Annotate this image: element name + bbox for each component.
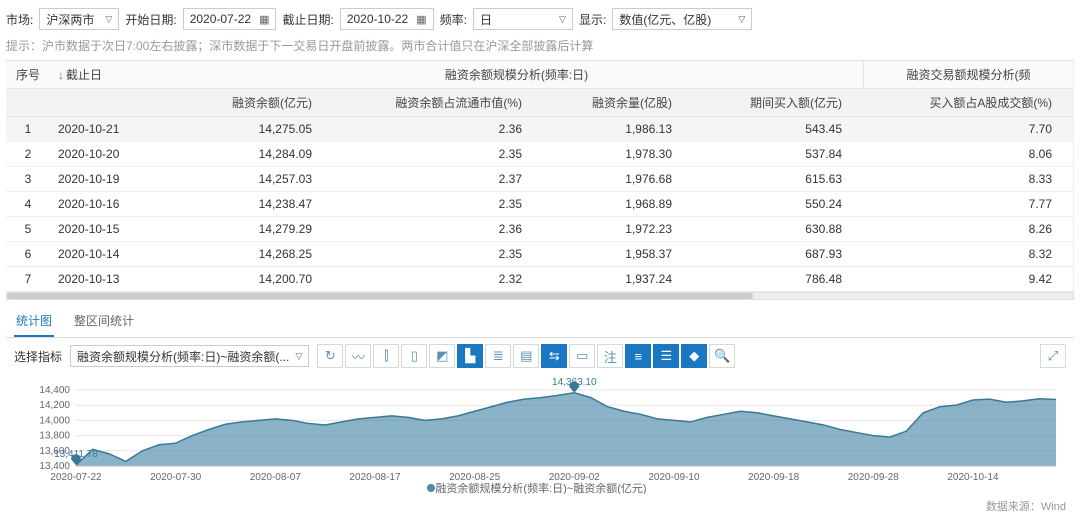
reset-icon[interactable]: ↻ — [317, 344, 343, 368]
svg-text:2020-07-30: 2020-07-30 — [150, 472, 202, 483]
end-date-input[interactable]: 2020-10-22 ▦ — [340, 8, 434, 30]
col-yue[interactable]: 融资余额(亿元) — [170, 89, 320, 116]
chevron-down-icon: ▽ — [295, 351, 302, 362]
group-a: 融资余额规模分析(频率:日) — [170, 61, 863, 88]
svg-text:2020-09-28: 2020-09-28 — [848, 472, 900, 483]
market-value: 沪深两市 — [46, 11, 94, 28]
table-row[interactable]: 72020-10-1314,200.702.321,937.24786.489.… — [6, 267, 1073, 292]
bar-chart-icon[interactable]: ⫿ — [373, 344, 399, 368]
display-value: 数值(亿元、亿股) — [619, 11, 711, 28]
indicator-combo[interactable]: 融资余额规模分析(频率:日)~融资余额(... ▽ — [70, 345, 309, 367]
col-qty[interactable]: 融资余量(亿股) — [530, 89, 680, 116]
svg-text:14,000: 14,000 — [39, 415, 70, 426]
list2-icon[interactable]: ☰ — [653, 344, 679, 368]
svg-text:2020-08-17: 2020-08-17 — [349, 472, 401, 483]
data-table: 序号 ↓截止日 融资余额规模分析(频率:日) 融资交易额规模分析(频 融资余额(… — [6, 60, 1074, 292]
chevron-down-icon: ▽ — [559, 14, 566, 25]
chart-tabs: 统计图 整区间统计 — [6, 306, 1074, 338]
freq-label: 频率: — [440, 11, 467, 28]
freq-value: 日 — [480, 11, 492, 28]
zoom-icon[interactable]: 🔍 — [709, 344, 735, 368]
h-scrollbar[interactable] — [6, 292, 1074, 300]
swap-icon[interactable]: ⇆ — [541, 344, 567, 368]
market-label: 市场: — [6, 11, 33, 28]
data-source: 数据来源：Wind — [6, 498, 1074, 518]
marker-icon[interactable]: ◩ — [429, 344, 455, 368]
table-row[interactable]: 62020-10-1414,268.252.351,958.37687.938.… — [6, 242, 1073, 267]
fill-icon[interactable]: ▤ — [513, 344, 539, 368]
svg-text:13,800: 13,800 — [39, 431, 70, 442]
group-b: 融资交易额规模分析(频 — [863, 61, 1073, 88]
svg-text:13,411.78: 13,411.78 — [54, 449, 98, 460]
svg-text:14,400: 14,400 — [39, 385, 70, 396]
end-date-value: 2020-10-22 — [347, 12, 408, 26]
table-row[interactable]: 42020-10-1614,238.472.351,968.89550.247.… — [6, 192, 1073, 217]
line-chart-icon[interactable]: 〰 — [345, 344, 371, 368]
stack-icon[interactable]: ≣ — [485, 344, 511, 368]
popout-icon[interactable]: ⤢ — [1040, 344, 1066, 368]
list-icon[interactable]: ≡ — [625, 344, 651, 368]
calendar-icon: ▦ — [416, 13, 426, 26]
col-seq[interactable]: 序号 — [6, 61, 50, 88]
calendar-icon: ▦ — [259, 13, 269, 26]
svg-text:2020-09-10: 2020-09-10 — [648, 472, 700, 483]
popout: ⤢ — [1040, 344, 1066, 368]
scrollbar-thumb[interactable] — [7, 293, 753, 299]
svg-text:2020-07-22: 2020-07-22 — [50, 472, 102, 483]
svg-text:14,200: 14,200 — [39, 400, 70, 411]
table-row[interactable]: 12020-10-2114,275.052.361,986.13543.457.… — [6, 117, 1073, 142]
area-chart: 13,40013,60013,80014,00014,20014,4002020… — [16, 374, 1066, 494]
svg-text:融资余额规模分析(频率:日)~融资余额(亿元): 融资余额规模分析(频率:日)~融资余额(亿元) — [435, 481, 646, 494]
area-chart-icon[interactable]: ▙ — [457, 344, 483, 368]
svg-text:13,400: 13,400 — [39, 461, 70, 472]
col-pct[interactable]: 融资余额占流通市值(%) — [320, 89, 530, 116]
chart-area: 13,40013,60013,80014,00014,20014,4002020… — [6, 374, 1074, 498]
end-date-label: 截止日期: — [282, 11, 333, 28]
start-date-value: 2020-07-22 — [190, 12, 251, 26]
svg-text:14,363.10: 14,363.10 — [552, 377, 597, 388]
chevron-down-icon: ▽ — [738, 14, 745, 25]
filter-bar: 市场: 沪深两市 ▽ 开始日期: 2020-07-22 ▦ 截止日期: 2020-1… — [6, 4, 1074, 34]
svg-text:2020-09-02: 2020-09-02 — [549, 472, 601, 483]
svg-text:2020-08-25: 2020-08-25 — [449, 472, 501, 483]
chart-toolbar: 选择指标 融资余额规模分析(频率:日)~融资余额(... ▽ ↻ 〰 ⫿ ▯ ◩ … — [6, 338, 1074, 374]
market-combo[interactable]: 沪深两市 ▽ — [39, 8, 119, 30]
freq-combo[interactable]: 日▽ — [473, 8, 573, 30]
note-icon[interactable]: 注 — [597, 344, 623, 368]
col-bpct[interactable]: 买入额占A股成交额(%) — [850, 89, 1060, 116]
col-date[interactable]: ↓截止日 — [50, 61, 170, 88]
start-date-input[interactable]: 2020-07-22 ▦ — [183, 8, 277, 30]
tab-chart[interactable]: 统计图 — [14, 312, 54, 337]
display-label: 显示: — [579, 11, 606, 28]
start-date-label: 开始日期: — [125, 11, 176, 28]
hint-text: 提示：沪市数据于次日7:00左右披露；深市数据于下一交易日开盘前披露。两市合计值… — [6, 34, 1074, 60]
table-row[interactable]: 32020-10-1914,257.032.371,976.68615.638.… — [6, 167, 1073, 192]
svg-text:2020-09-18: 2020-09-18 — [748, 472, 800, 483]
indicator-value: 融资余额规模分析(频率:日)~融资余额(... — [77, 348, 289, 365]
table-row[interactable]: 22020-10-2014,284.092.351,978.30537.848.… — [6, 142, 1073, 167]
box-icon[interactable]: ▭ — [569, 344, 595, 368]
sort-desc-icon: ↓ — [58, 68, 64, 82]
tab-range-stats[interactable]: 整区间统计 — [72, 312, 136, 337]
candle-chart-icon[interactable]: ▯ — [401, 344, 427, 368]
svg-text:2020-10-14: 2020-10-14 — [947, 472, 999, 483]
chart-tools: ↻ 〰 ⫿ ▯ ◩ ▙ ≣ ▤ ⇆ ▭ 注 ≡ ☰ ◆ 🔍 — [317, 344, 735, 368]
indicator-label: 选择指标 — [14, 348, 62, 365]
svg-text:2020-08-07: 2020-08-07 — [250, 472, 302, 483]
chevron-down-icon: ▽ — [105, 14, 112, 25]
table-row[interactable]: 52020-10-1514,279.292.361,972.23630.888.… — [6, 217, 1073, 242]
col-buy[interactable]: 期间买入额(亿元) — [680, 89, 850, 116]
paint-icon[interactable]: ◆ — [681, 344, 707, 368]
display-combo[interactable]: 数值(亿元、亿股) ▽ — [612, 8, 752, 30]
